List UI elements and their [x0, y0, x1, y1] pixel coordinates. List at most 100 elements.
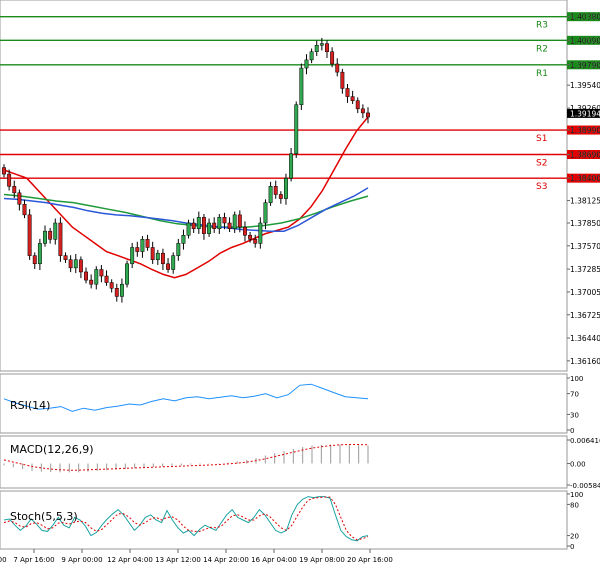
candle-body — [227, 222, 232, 229]
candle-body — [243, 226, 247, 236]
candle-body — [68, 259, 73, 269]
stoch-panel[interactable] — [0, 490, 568, 550]
rsi-tick-label: 70 — [570, 391, 579, 399]
level-name-r3: R3 — [536, 21, 548, 31]
candle-body — [94, 269, 99, 285]
macd-tick-label: 0.00 — [570, 461, 586, 469]
candle-body — [135, 247, 140, 252]
candle-body — [355, 100, 360, 110]
candle-body — [2, 167, 6, 175]
candle-body — [366, 112, 370, 118]
price-tick-label: 1.38125 — [570, 197, 600, 206]
time-tick-label: 14 Apr 20:00 — [203, 556, 249, 564]
candle-body — [150, 247, 155, 260]
price-tick-label: 1.40090 — [570, 36, 600, 45]
candle-body — [201, 217, 206, 234]
candle-body — [7, 173, 12, 187]
candle-body — [12, 186, 17, 194]
macd-tick-label: -0.005846 — [570, 482, 600, 490]
candle-body — [207, 222, 212, 234]
candle-body — [109, 282, 114, 289]
candle-body — [335, 63, 340, 73]
candle-body — [232, 214, 237, 229]
candle-body — [319, 43, 324, 46]
macd-tick-label: 0.006416 — [570, 437, 600, 445]
candle-body — [166, 263, 171, 270]
price-tick-label: 1.36440 — [570, 334, 600, 343]
candle-body — [258, 222, 263, 244]
rsi-tick-label: 30 — [570, 411, 579, 419]
candle-body — [48, 230, 53, 240]
candle-body — [253, 239, 258, 244]
candle-body — [99, 269, 104, 277]
level-name-s2: S2 — [536, 159, 547, 169]
candle-body — [284, 177, 288, 199]
stoch-tick-label: 100 — [570, 491, 583, 499]
candle-body — [84, 271, 88, 281]
candle-body — [73, 259, 78, 269]
candle-body — [58, 222, 63, 256]
stoch-tick-label: 80 — [570, 501, 579, 509]
stoch-tick-label: 20 — [570, 533, 579, 541]
candle-body — [160, 252, 165, 265]
candle-body — [78, 259, 83, 273]
candle-body — [104, 275, 109, 283]
candle-body — [273, 186, 278, 195]
candle-body — [212, 222, 217, 229]
candle-body — [125, 263, 129, 285]
rsi-tick-label: 100 — [570, 375, 583, 383]
candle-body — [299, 67, 304, 106]
candle-body — [176, 243, 181, 256]
price-tick-label: 1.40380 — [570, 13, 600, 22]
price-tick-label: 1.37005 — [570, 288, 600, 297]
price-tick-label: 1.38690 — [570, 151, 600, 160]
level-name-s1: S1 — [536, 134, 547, 144]
candle-body — [314, 44, 319, 52]
candle-body — [330, 51, 335, 65]
candle-body — [89, 279, 94, 285]
candle-body — [289, 153, 294, 179]
price-tick-label: 1.37285 — [570, 265, 600, 274]
candle-body — [63, 255, 68, 260]
price-tick-label: 1.37570 — [570, 242, 600, 251]
time-tick-label: 7 Apr 16:00 — [13, 556, 54, 564]
candle-body — [304, 59, 309, 69]
candle-body — [155, 252, 160, 260]
candle-body — [196, 217, 201, 229]
trading-chart[interactable]: R3 1.40380 R2 1.40090 R1 1.39790 S1 1.38990 S2 1.… — [0, 0, 600, 571]
time-tick-label: 13 Apr 12:00 — [155, 556, 201, 564]
candle-body — [17, 192, 22, 205]
candle-body — [222, 217, 227, 224]
candle-body — [32, 255, 37, 265]
level-name-r2: R2 — [536, 44, 548, 54]
time-tick-label: 16 Apr 04:00 — [251, 556, 297, 564]
candle-body — [263, 202, 268, 224]
candle-body — [53, 222, 58, 240]
candle-body — [27, 214, 32, 256]
stoch-tick-label: 0 — [570, 543, 574, 551]
rsi-label: RSI(14) — [10, 399, 50, 412]
candle-body — [119, 283, 124, 297]
candle-body — [181, 234, 186, 244]
price-panel[interactable] — [0, 0, 568, 372]
price-tick-label: 1.38400 — [570, 174, 600, 183]
candle-body — [140, 239, 145, 252]
price-tick-label: 1.38990 — [570, 126, 600, 135]
rsi-panel[interactable] — [0, 373, 568, 434]
level-name-s3: S3 — [536, 182, 547, 192]
rsi-tick-label: 0 — [570, 427, 574, 435]
level-name-r1: R1 — [536, 69, 548, 79]
time-tick-label: 12 Apr 04:00 — [107, 556, 153, 564]
candle-body — [294, 104, 299, 154]
candle-body — [237, 214, 242, 228]
candle-body — [345, 88, 350, 97]
candle-body — [145, 239, 150, 248]
candle-body — [171, 255, 176, 270]
candle-body — [43, 230, 47, 244]
price-tick-label: 1.36160 — [570, 357, 600, 366]
stoch-label: Stoch(5,5,3) — [10, 510, 78, 523]
time-tick-label: 20 Apr 16:00 — [347, 556, 393, 564]
candle-body — [340, 71, 345, 89]
time-tick-label: 19 Apr 08:00 — [299, 556, 345, 564]
price-tick-label: 1.36725 — [570, 311, 600, 320]
